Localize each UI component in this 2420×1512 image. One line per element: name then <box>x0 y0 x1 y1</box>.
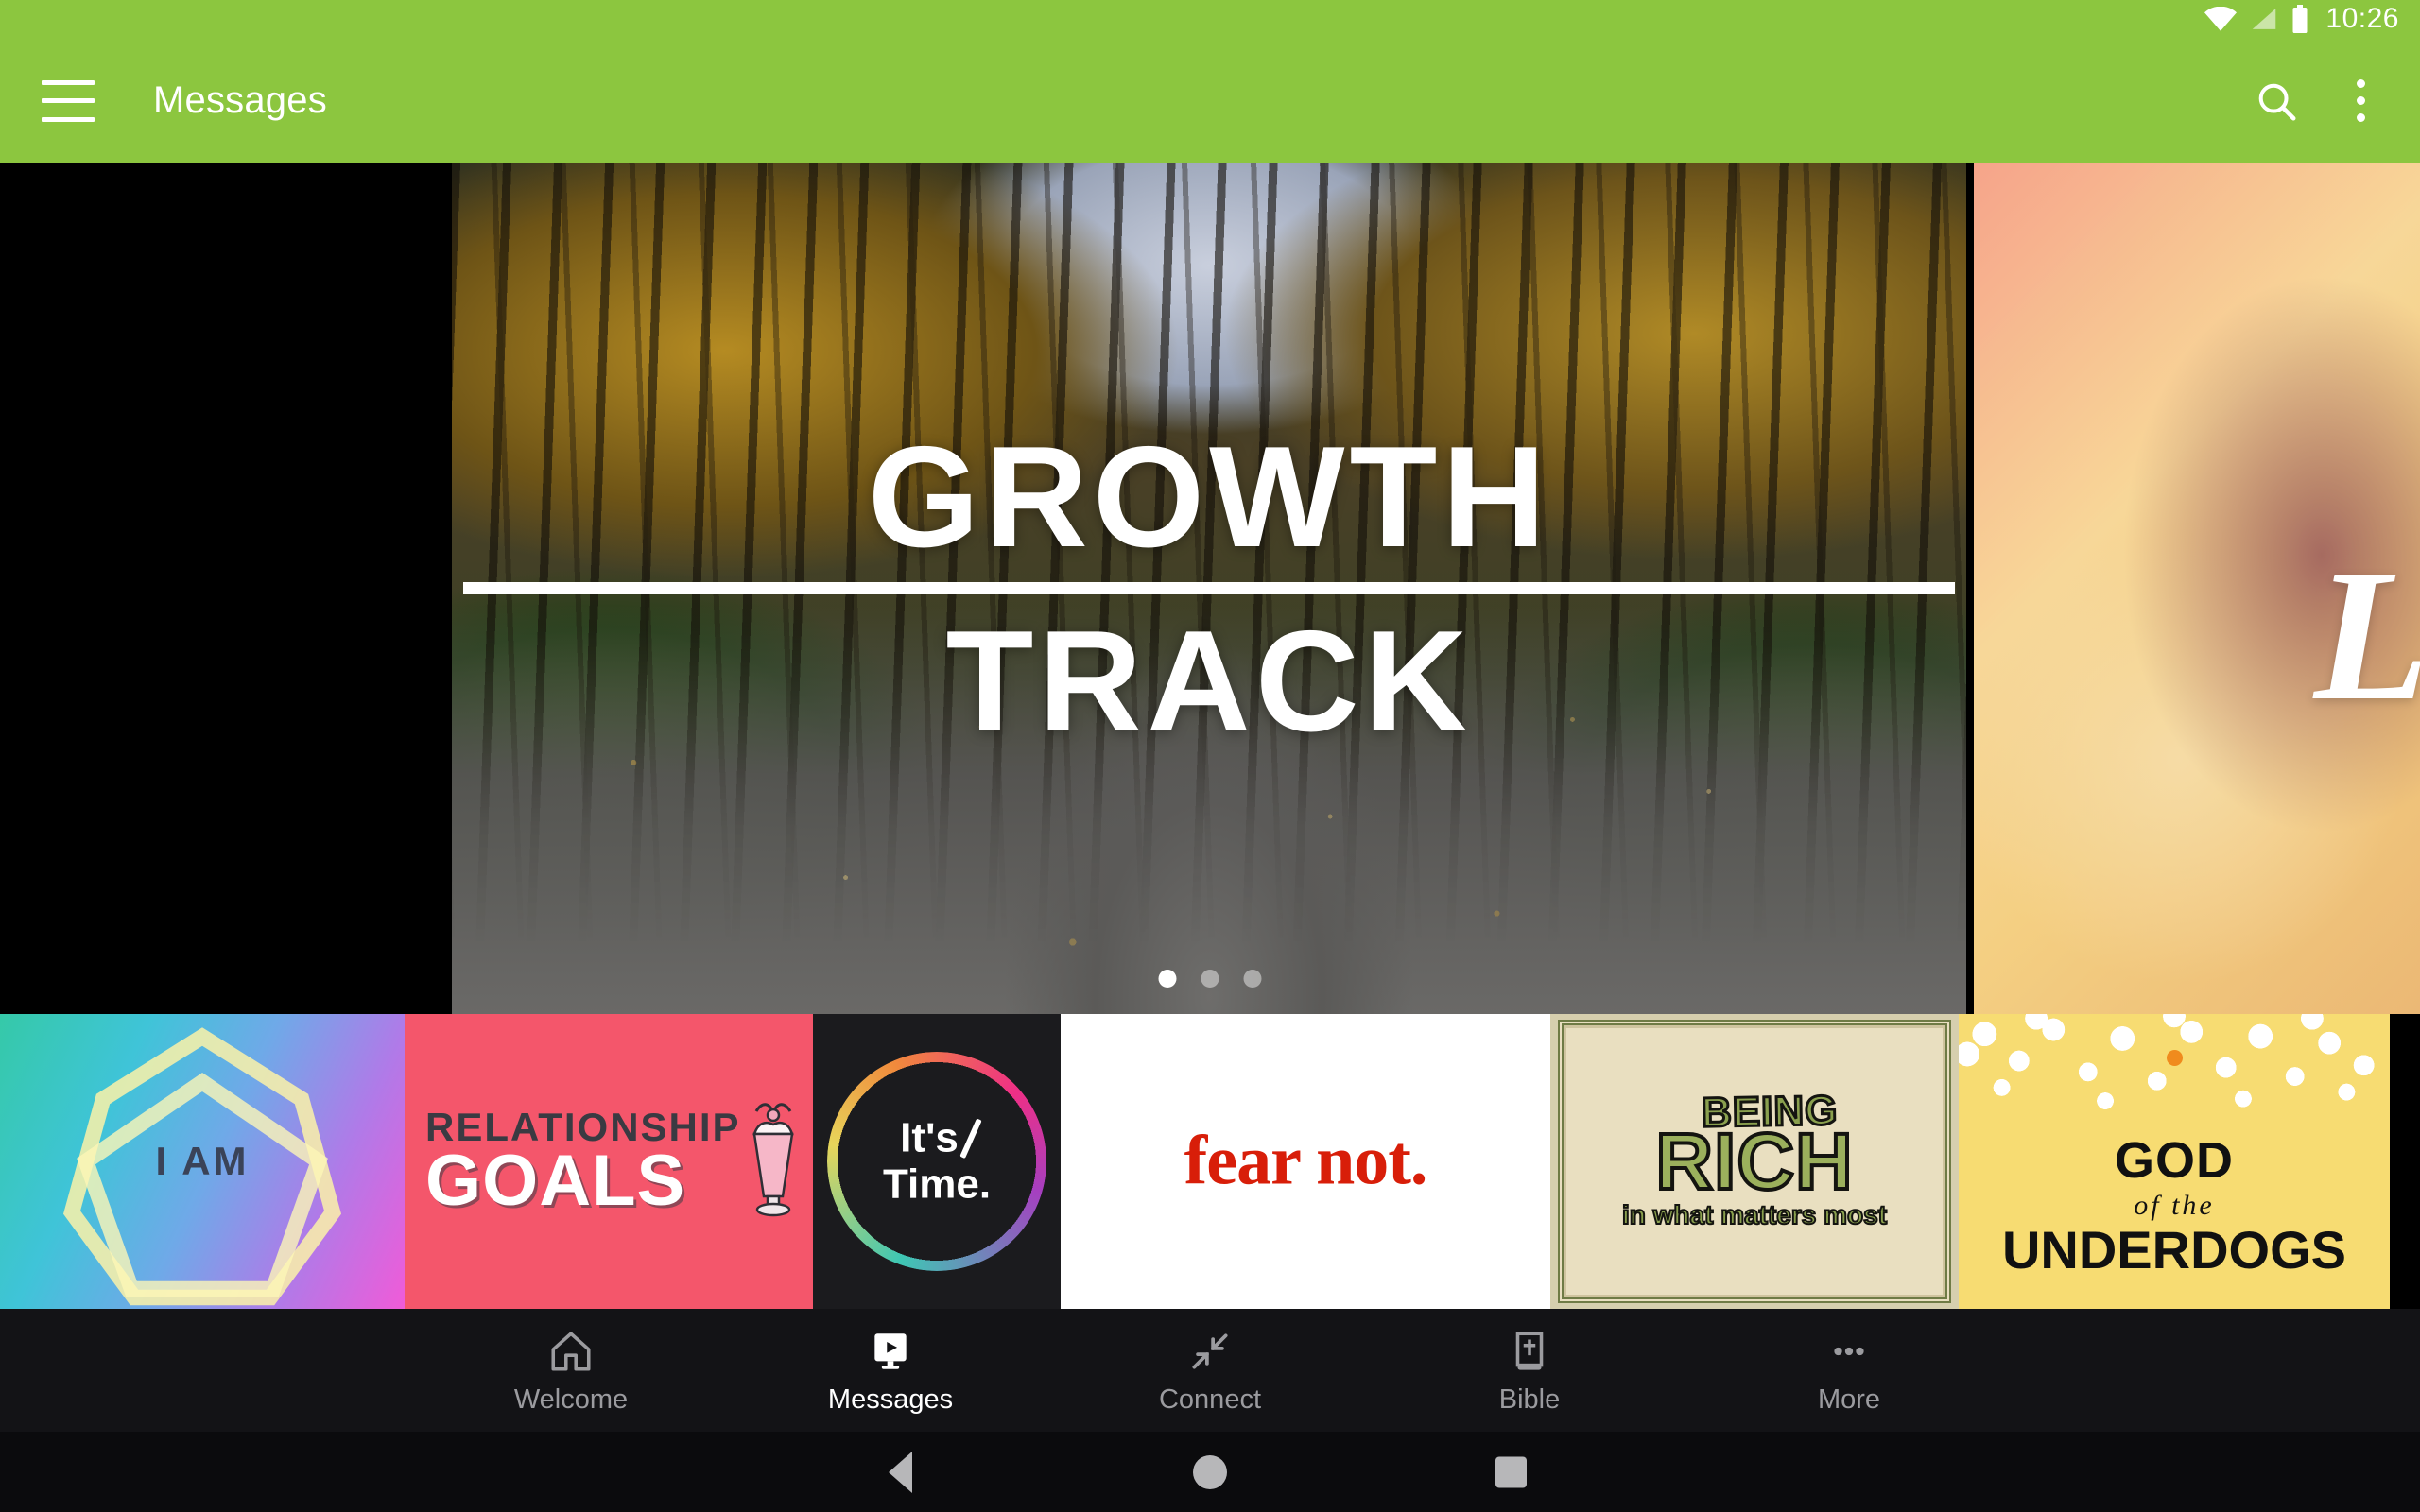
carousel-page-indicator[interactable] <box>1158 970 1262 988</box>
vintage-banknote-frame: BEING RICH in what matters most <box>1558 1020 1951 1303</box>
page-dot-1[interactable] <box>1158 970 1177 988</box>
thumbnail-label-underdogs: UNDERDOGS <box>2001 1220 2347 1280</box>
recents-button-icon[interactable] <box>1495 1456 1527 1487</box>
slide-title-divider <box>463 581 1955 594</box>
thumbnail-fear-not[interactable]: fear not. <box>1061 1014 1550 1309</box>
nav-label-connect: Connect <box>1158 1383 1261 1415</box>
relationship-goals-content: RELATIONSHIP GOALS <box>425 1100 794 1223</box>
overflow-menu-icon[interactable] <box>2357 79 2365 122</box>
thumbnail-label-rich: RICH <box>1653 1117 1854 1207</box>
nav-label-more: More <box>1817 1383 1881 1415</box>
thumbnail-label-goals: GOALS <box>425 1140 686 1221</box>
thumbnail-label-god: GOD <box>2114 1132 2234 1189</box>
thumbnail-i-am[interactable]: I AM <box>0 1014 405 1309</box>
nav-item-messages[interactable]: Messages <box>731 1326 1050 1416</box>
battery-icon <box>2291 5 2308 33</box>
cellular-signal-icon <box>2250 7 2278 31</box>
page-dot-3[interactable] <box>1243 970 1262 988</box>
page-dot-2[interactable] <box>1201 970 1219 988</box>
series-thumbnail-row[interactable]: I AM RELATIONSHIP GOALS It's Time. fear … <box>0 1014 2420 1309</box>
thumbnail-label-being: BEING <box>1700 1087 1840 1139</box>
being-rich-text: BEING RICH in what matters most <box>1564 1025 1945 1297</box>
nav-label-welcome: Welcome <box>513 1383 629 1415</box>
wifi-icon <box>2204 7 2238 31</box>
dot-pattern-decoration <box>1959 1014 2390 1125</box>
search-icon[interactable] <box>2255 79 2298 123</box>
nav-label-messages: Messages <box>827 1383 954 1415</box>
slide-title-block: GROWTH TRACK <box>452 163 1966 1014</box>
orange-accent-dot-icon <box>2167 1050 2183 1066</box>
thumbnail-label-fear-not: fear not. <box>1184 1122 1428 1200</box>
app-bar-actions <box>2255 79 2420 123</box>
its-time-text: It's Time. <box>813 1115 1061 1209</box>
hamburger-menu-icon[interactable] <box>42 79 95 122</box>
page-title: Messages <box>153 79 327 121</box>
video-play-icon <box>867 1326 914 1375</box>
nav-item-bible[interactable]: Bible <box>1370 1326 1689 1416</box>
thumbnail-label-of-the: of the <box>2134 1190 2215 1221</box>
connect-arrows-icon <box>1186 1326 1234 1375</box>
god-underdogs-text: GOD of the UNDERDOGS <box>1959 1135 2390 1277</box>
android-system-navigation-bar <box>0 1432 2420 1512</box>
thumbnail-label-i-am: I AM <box>155 1139 250 1183</box>
nav-label-bible: Bible <box>1498 1383 1561 1415</box>
app-root: 10:26 Messages GROWTH TRACK L I AM RELAT… <box>0 0 2420 1512</box>
more-dots-icon <box>1825 1326 1873 1375</box>
hero-carousel[interactable]: GROWTH TRACK L <box>0 163 2420 1014</box>
nav-item-welcome[interactable]: Welcome <box>411 1326 731 1416</box>
back-button-icon[interactable] <box>889 1451 912 1493</box>
slide-script-text: L <box>2313 531 2420 740</box>
slide-title-line2: TRACK <box>945 600 1473 762</box>
thumbnail-label-its: It's <box>900 1114 959 1161</box>
nav-item-connect[interactable]: Connect <box>1050 1326 1370 1416</box>
slide-title-line1: GROWTH <box>867 416 1551 577</box>
bible-book-icon <box>1506 1326 1553 1375</box>
status-bar-clock: 10:26 <box>2325 3 2399 34</box>
thumbnail-label-rich-subtitle: in what matters most <box>1621 1199 1888 1230</box>
slash-icon <box>959 1118 982 1160</box>
thumbnail-label-time: Time. <box>882 1161 992 1208</box>
relationship-goals-text: RELATIONSHIP GOALS <box>425 1107 741 1221</box>
thumbnail-being-rich[interactable]: BEING RICH in what matters most <box>1550 1014 1959 1309</box>
carousel-slide-growth-track[interactable]: GROWTH TRACK <box>452 163 1966 1014</box>
bottom-navigation-bar: Welcome Messages Connect Bible More <box>0 1309 2420 1432</box>
carousel-slide-next[interactable]: L <box>1974 163 2420 1014</box>
app-bar: Messages <box>0 38 2420 163</box>
status-bar: 10:26 <box>0 0 2420 38</box>
thumbnail-god-of-the-underdogs[interactable]: GOD of the UNDERDOGS <box>1959 1014 2390 1309</box>
thumbnail-relationship-goals[interactable]: RELATIONSHIP GOALS <box>405 1014 813 1309</box>
thumbnail-its-time[interactable]: It's Time. <box>813 1014 1061 1309</box>
home-button-icon[interactable] <box>1193 1454 1227 1489</box>
milkshake-icon <box>745 1100 802 1223</box>
nav-item-more[interactable]: More <box>1689 1326 2009 1416</box>
home-icon <box>547 1326 595 1375</box>
